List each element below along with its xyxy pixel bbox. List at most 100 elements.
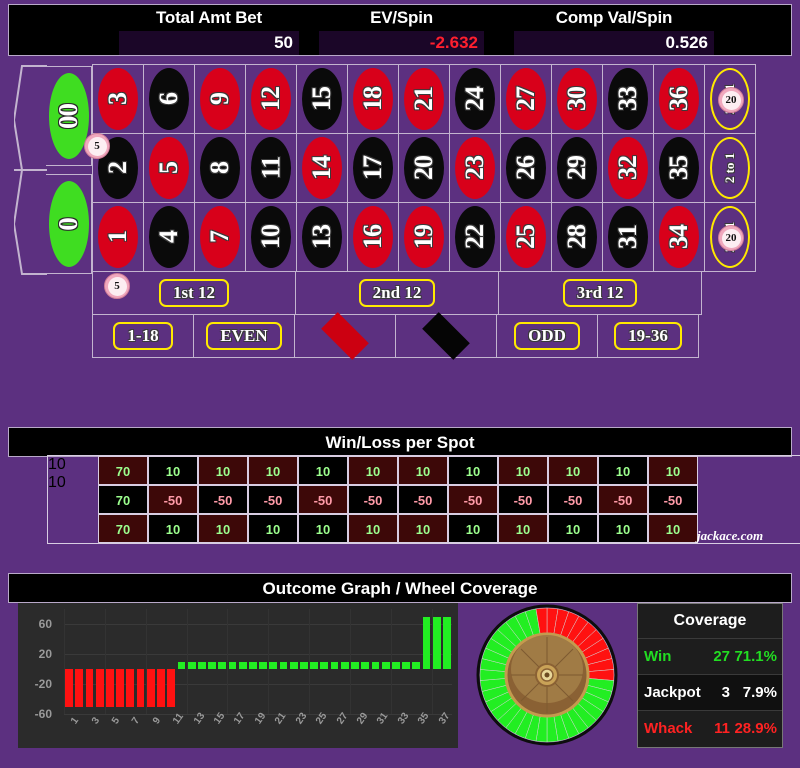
outside-bet-label-even: EVEN [206,322,282,350]
bet-cell-14[interactable]: 14 [296,133,348,203]
black-diamond-icon [422,312,470,360]
bet-cell-26[interactable]: 26 [500,133,552,203]
bet-cell-dozen-3[interactable]: 3rd 12 [498,271,702,315]
roulette-table-layout: 00 0 3691215182124273033362 to 120258111… [0,58,800,398]
chart-bar [187,661,196,669]
bet-cell-10[interactable]: 10 [245,202,297,272]
bet-cell-17[interactable]: 17 [347,133,399,203]
bet-cell-18[interactable]: 18 [347,64,399,134]
bet-cell-22[interactable]: 22 [449,202,501,272]
bet-cell-25[interactable]: 25 [500,202,552,272]
bet-cell-1-18[interactable]: 1-18 [92,314,194,358]
bet-cell-20[interactable]: 20 [398,133,450,203]
winloss-cell: 10 [548,456,598,485]
bet-cell-6[interactable]: 6 [143,64,195,134]
number-oval-35: 35 [659,137,699,199]
chip-split-0-1[interactable]: 5 [104,273,130,299]
bet-cell-24[interactable]: 24 [449,64,501,134]
bet-cell-even[interactable]: EVEN [193,314,295,358]
bet-cell-3[interactable]: 3 [92,64,144,134]
bet-cell-19-36[interactable]: 19-36 [597,314,699,358]
coverage-row-jackpot: Jackpot 3 7.9% [638,674,782,710]
number-oval-26: 26 [506,137,546,199]
number-oval-10: 10 [251,206,291,268]
number-oval-5: 5 [149,137,189,199]
bet-cell-odd[interactable]: ODD [496,314,598,358]
bet-cell-35[interactable]: 35 [653,133,705,203]
number-label-6: 6 [154,93,183,105]
winloss-cell: 70 [98,456,148,485]
chip-split-0-2[interactable]: 5 [84,133,110,159]
winloss-cell: -50 [498,485,548,514]
bet-cell-29[interactable]: 29 [551,133,603,203]
summary-stat-bar: Total Amt Bet 50 EV/Spin -2.632 Comp Val… [8,4,792,56]
site-watermark: jackace.com [697,528,764,543]
bet-cell-column-3-2to1[interactable]: 2 to 120 [704,202,756,272]
winloss-zero-cell-0: 10 [48,474,66,491]
bet-cell-13[interactable]: 13 [296,202,348,272]
number-label-14: 14 [307,156,336,180]
winloss-cell: 10 [298,514,348,543]
chart-x-tick-label: 9 [150,715,163,727]
bet-cell-19[interactable]: 19 [398,202,450,272]
bet-cell-32[interactable]: 32 [602,133,654,203]
bet-cell-30[interactable]: 30 [551,64,603,134]
winloss-cell: -50 [248,485,298,514]
bet-cell-28[interactable]: 28 [551,202,603,272]
chart-bar [422,616,431,669]
number-oval-31: 31 [608,206,648,268]
bet-cell-1[interactable]: 1 [92,202,144,272]
bet-cell-dozen-2[interactable]: 2nd 12 [295,271,499,315]
number-label-25: 25 [511,225,540,249]
chip-column-3[interactable]: 20 [718,225,744,251]
number-label-27: 27 [511,87,540,111]
bet-cell-black[interactable] [395,312,497,360]
stat-total-amt-bet-label: Total Amt Bet [155,8,262,27]
winloss-cell: 70 [98,514,148,543]
bet-cell-0[interactable]: 0 [46,174,92,274]
winloss-section-title: Win/Loss per Spot [8,427,792,457]
zero-label-00: 00 [53,103,83,129]
coverage-whack-count: 11 [714,720,730,737]
chip-value: 5 [87,136,107,156]
bet-cell-11[interactable]: 11 [245,133,297,203]
bet-cell-7[interactable]: 7 [194,202,246,272]
winloss-row: 70 10 10 10 10 10 10 10 10 10 10 10 [98,456,800,485]
bet-cell-5[interactable]: 5 [143,133,195,203]
number-oval-1: 1 [98,206,138,268]
chip-column-1[interactable]: 20 [718,87,744,113]
number-oval-21: 21 [404,68,444,130]
bet-cell-column-2-2to1[interactable]: 2 to 1 [704,133,756,203]
bet-cell-16[interactable]: 16 [347,202,399,272]
chart-gridline [64,624,452,625]
number-oval-8: 8 [200,137,240,199]
bet-cell-36[interactable]: 36 [653,64,705,134]
bet-cell-23[interactable]: 23 [449,133,501,203]
bet-cell-21[interactable]: 21 [398,64,450,134]
bet-cell-4[interactable]: 4 [143,202,195,272]
number-oval-16: 16 [353,206,393,268]
number-label-34: 34 [664,225,693,249]
stat-total-amt-bet: Total Amt Bet 50 [119,5,299,57]
chart-bar [361,661,370,669]
bet-cell-34[interactable]: 34 [653,202,705,272]
chart-bar [197,661,206,669]
number-label-9: 9 [205,93,234,105]
bet-cell-8[interactable]: 8 [194,133,246,203]
number-oval-24: 24 [455,68,495,130]
bet-cell-column-1-2to1[interactable]: 2 to 120 [704,64,756,134]
bet-cell-12[interactable]: 12 [245,64,297,134]
winloss-cell: 10 [648,456,698,485]
winloss-cell: 10 [598,456,648,485]
bet-cell-33[interactable]: 33 [602,64,654,134]
chart-bar [116,669,125,707]
bet-cell-15[interactable]: 15 [296,64,348,134]
number-oval-29: 29 [557,137,597,199]
bet-cell-red[interactable] [294,312,396,360]
chart-y-tick-label: 60 [38,617,52,631]
bet-cell-9[interactable]: 9 [194,64,246,134]
zero-section: 00 0 [14,64,92,276]
bet-cell-27[interactable]: 27 [500,64,552,134]
bet-cell-31[interactable]: 31 [602,202,654,272]
number-label-21: 21 [409,87,438,111]
